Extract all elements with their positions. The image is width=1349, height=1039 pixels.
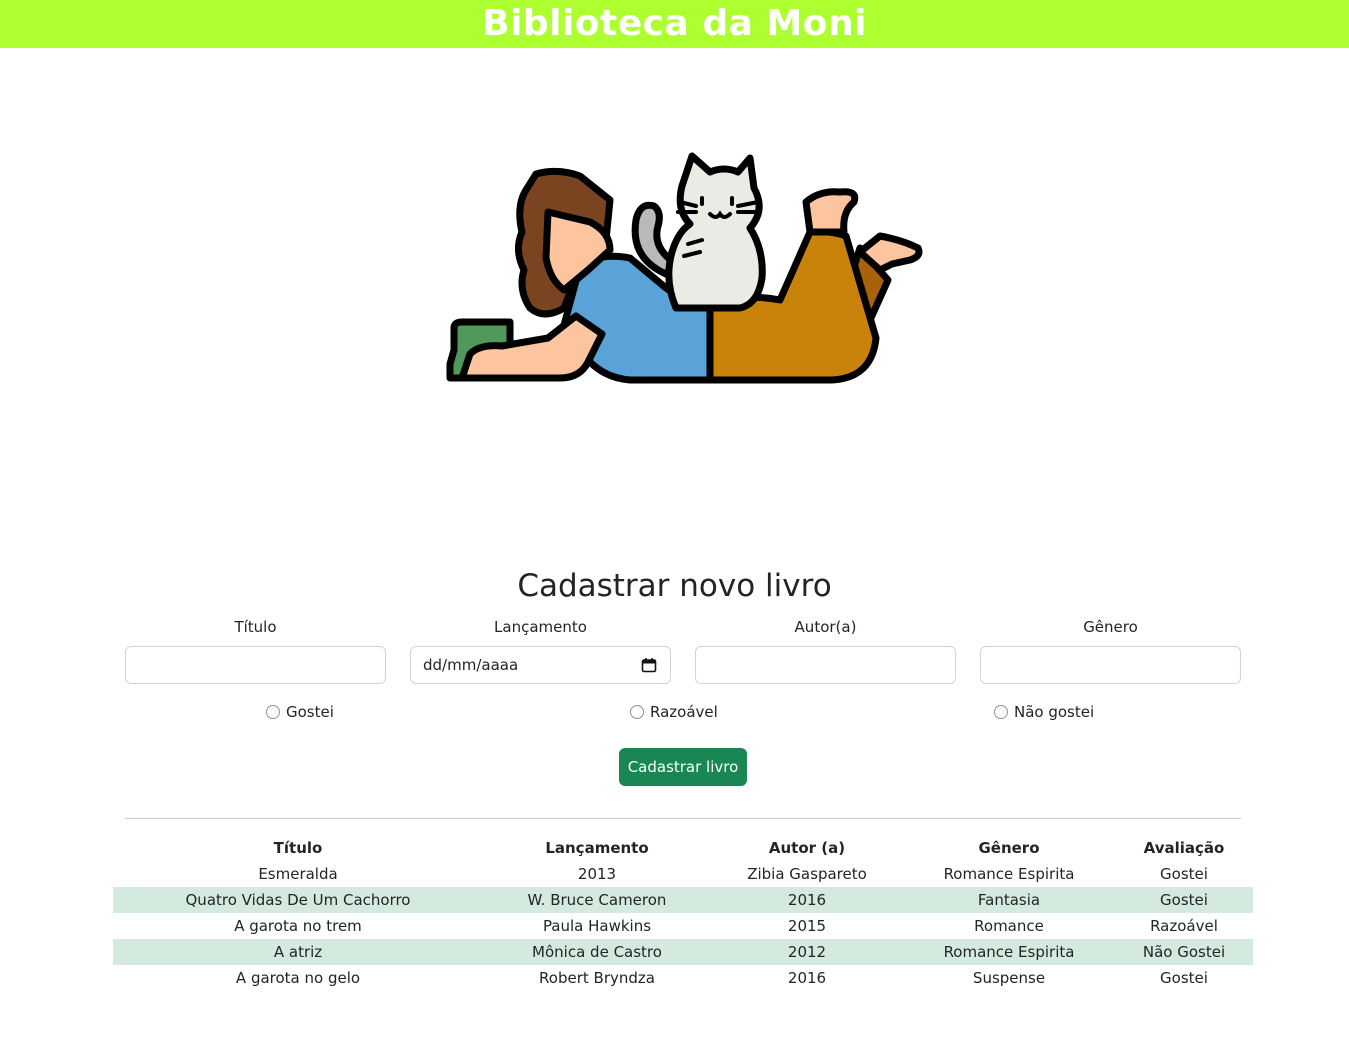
column-header: Título bbox=[273, 839, 323, 857]
table-cell: W. Bruce Cameron bbox=[483, 887, 711, 913]
calendar-icon[interactable] bbox=[641, 657, 657, 673]
rating-label: Gostei bbox=[286, 703, 334, 721]
column-header: Autor (a) bbox=[768, 839, 846, 857]
author-label: Autor(a) bbox=[794, 618, 857, 636]
table-cell: Esmeralda bbox=[258, 865, 338, 883]
table-row: A garota no trem Paula Hawkins 2015 Roma… bbox=[113, 913, 1253, 939]
radio-icon[interactable] bbox=[266, 705, 280, 719]
title-field: Título bbox=[125, 616, 386, 684]
submit-book-button[interactable]: Cadastrar livro bbox=[619, 748, 747, 786]
table-cell: A garota no gelo bbox=[235, 969, 361, 987]
author-input[interactable] bbox=[695, 646, 956, 684]
table-cell: 2012 bbox=[711, 939, 903, 965]
table-cell: A atriz bbox=[113, 939, 483, 965]
rating-label: Razoável bbox=[650, 703, 718, 721]
header-bar: Biblioteca da Moni bbox=[0, 0, 1349, 48]
divider bbox=[125, 818, 1241, 819]
table-cell: Romance Espirita bbox=[903, 939, 1115, 965]
form-title: Cadastrar novo livro bbox=[517, 568, 832, 604]
table-cell: 2013 bbox=[577, 865, 617, 883]
title-input[interactable] bbox=[125, 646, 386, 684]
table-row: Esmeralda 2013 Zibia Gaspareto Romance E… bbox=[113, 861, 1253, 887]
radio-icon[interactable] bbox=[994, 705, 1008, 719]
table-cell: Zibia Gaspareto bbox=[747, 865, 867, 883]
table-cell: Gostei bbox=[1160, 865, 1208, 883]
genre-input[interactable] bbox=[980, 646, 1241, 684]
genre-label: Gênero bbox=[1083, 618, 1138, 636]
table-row: A atriz Mônica de Castro 2012 Romance Es… bbox=[113, 939, 1253, 965]
table-cell: 2015 bbox=[787, 917, 827, 935]
author-field: Autor(a) bbox=[695, 616, 956, 684]
reading-girl-cat-illustration bbox=[446, 152, 923, 384]
table-cell: Quatro Vidas De Um Cachorro bbox=[113, 887, 483, 913]
release-date-placeholder: dd/mm/aaaa bbox=[423, 656, 519, 674]
column-header: Gênero bbox=[978, 839, 1040, 857]
table-cell: Não Gostei bbox=[1115, 939, 1253, 965]
title-label: Título bbox=[234, 618, 277, 636]
books-table: Título Lançamento Autor (a) Gênero Avali… bbox=[113, 835, 1253, 991]
genre-field: Gênero bbox=[980, 616, 1241, 684]
page-title: Biblioteca da Moni bbox=[482, 3, 867, 44]
rating-label: Não gostei bbox=[1014, 703, 1095, 721]
table-cell: Gostei bbox=[1115, 887, 1253, 913]
table-cell: Suspense bbox=[972, 969, 1046, 987]
table-cell: Robert Bryndza bbox=[539, 969, 655, 987]
table-header-row: Título Lançamento Autor (a) Gênero Avali… bbox=[113, 835, 1253, 861]
table-row: Quatro Vidas De Um Cachorro W. Bruce Cam… bbox=[113, 887, 1253, 913]
rating-option-razoavel[interactable]: Razoável bbox=[630, 703, 718, 721]
table-row: A garota no gelo Robert Bryndza 2016 Sus… bbox=[113, 965, 1253, 991]
radio-icon[interactable] bbox=[630, 705, 644, 719]
column-header: Lançamento bbox=[545, 839, 649, 857]
table-cell: A garota no trem bbox=[234, 917, 362, 935]
table-cell: Romance Espirita bbox=[943, 865, 1075, 883]
column-header: Avaliação bbox=[1143, 839, 1225, 857]
release-label: Lançamento bbox=[494, 618, 587, 636]
table-cell: Romance bbox=[974, 917, 1044, 935]
table-cell: Mônica de Castro bbox=[483, 939, 711, 965]
rating-option-gostei[interactable]: Gostei bbox=[266, 703, 334, 721]
table-cell: 2016 bbox=[711, 887, 903, 913]
table-cell: 2016 bbox=[787, 969, 827, 987]
release-field: Lançamento dd/mm/aaaa bbox=[410, 616, 671, 684]
table-cell: Razoável bbox=[1150, 917, 1218, 935]
table-cell: Fantasia bbox=[903, 887, 1115, 913]
rating-option-nao-gostei[interactable]: Não gostei bbox=[994, 703, 1094, 721]
table-cell: Paula Hawkins bbox=[542, 917, 652, 935]
table-cell: Gostei bbox=[1160, 969, 1208, 987]
